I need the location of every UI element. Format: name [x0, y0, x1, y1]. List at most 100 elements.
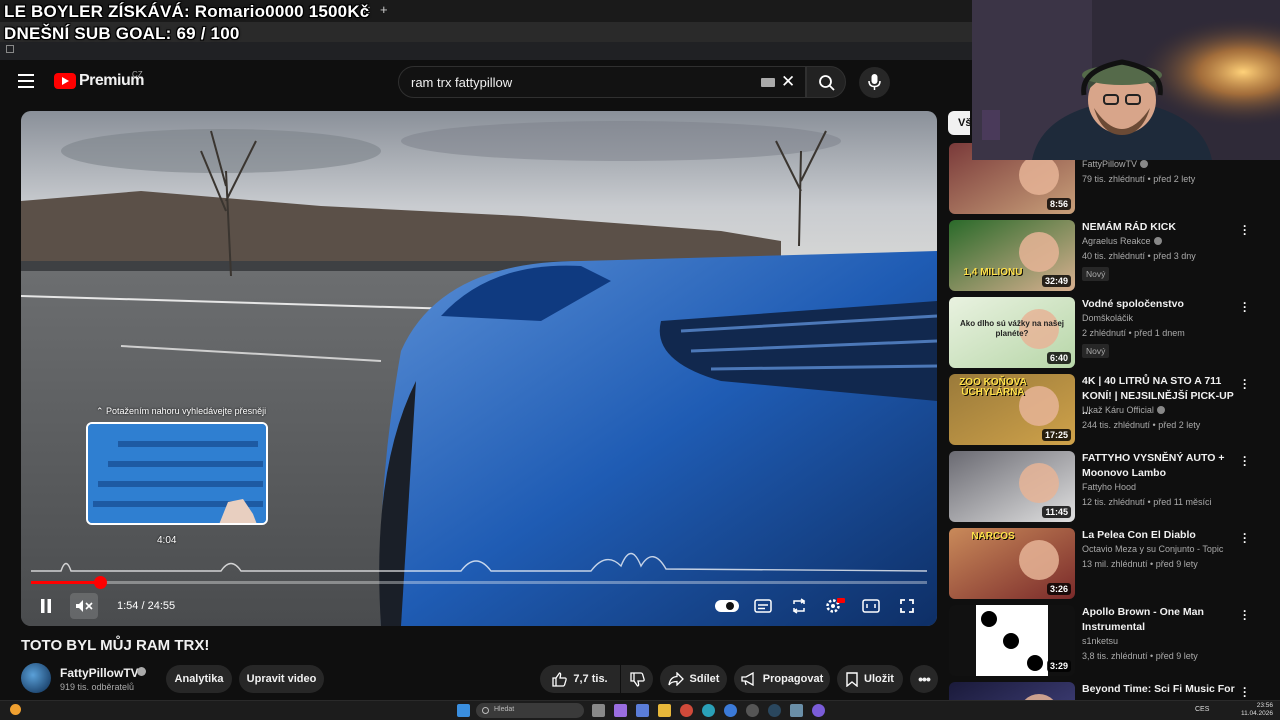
youtube-premium-logo[interactable]: Premium CZ: [54, 70, 144, 90]
file-explorer-icon[interactable]: [658, 704, 671, 717]
new-tab-icon[interactable]: +: [380, 2, 388, 17]
loop-icon: [792, 598, 806, 614]
webcam-image: [972, 0, 1280, 160]
subtitles-button[interactable]: [751, 595, 775, 617]
settings-gear-icon: [826, 598, 845, 613]
like-button[interactable]: 7,7 tis.: [540, 665, 620, 693]
recommendation-thumbnail[interactable]: ZOO KOŇOVA ÚCHYLÁRNA 17:25: [949, 374, 1075, 445]
fullscreen-button[interactable]: [895, 595, 919, 617]
progress-bar[interactable]: [31, 576, 927, 589]
recommendation-item[interactable]: 11:45 FATTYHO VYSNĚNÝ AUTO + Moonovo Lamb…: [949, 451, 1279, 523]
recommendation-item[interactable]: 3:29 Apollo Brown - One Man Instrumental s…: [949, 605, 1279, 677]
recommendation-item[interactable]: NARCOS 3:26 La Pelea Con El Diablo Octavio …: [949, 528, 1279, 600]
video-duration: 11:45: [1042, 506, 1071, 518]
edit-video-button[interactable]: Upravit video: [239, 665, 324, 693]
system-clock[interactable]: 23:56 11.04.2026: [1237, 702, 1273, 718]
recommendation-channel[interactable]: Fattyho Hood: [1082, 482, 1136, 492]
recommendation-title[interactable]: Apollo Brown - One Man Instrumental: [1082, 605, 1242, 635]
recommendation-thumbnail[interactable]: 3:29: [949, 605, 1075, 676]
keyboard-icon[interactable]: [761, 78, 775, 87]
recommendation-title[interactable]: Beyond Time: Sci Fi Music For: [1082, 682, 1242, 697]
autoplay-switch-icon: [715, 600, 739, 612]
menu-icon[interactable]: [18, 74, 34, 88]
search-button[interactable]: [806, 66, 846, 98]
thumbs-up-icon: [552, 671, 568, 687]
taskbar-search[interactable]: Hledat: [476, 703, 584, 718]
clear-search-icon[interactable]: ✕: [781, 72, 795, 92]
weather-icon[interactable]: [10, 704, 21, 715]
windows-start-icon[interactable]: [457, 704, 470, 717]
pause-button[interactable]: [33, 593, 59, 619]
recommendation-title[interactable]: Vodné spoločenstvo: [1082, 297, 1242, 312]
share-label: Sdílet: [689, 673, 720, 685]
widgets-icon[interactable]: [614, 704, 627, 717]
donation-overlay: LE BOYLER ZÍSKÁVÁ: Romario0000 1500Kč: [4, 2, 370, 21]
recommendation-meta: 244 tis. zhlédnutí • před 2 lety: [1082, 420, 1201, 430]
loop-button[interactable]: [787, 595, 811, 617]
recommendation-item[interactable]: 1,4 MILIONU 32:49 NEMÁM RÁD KICK Agraelus R…: [949, 220, 1279, 292]
recommendation-thumbnail[interactable]: 11:45: [949, 451, 1075, 522]
autoplay-toggle[interactable]: [715, 595, 739, 617]
recommendation-thumbnail[interactable]: NARCOS 3:26: [949, 528, 1075, 599]
more-vertical-icon[interactable]: · · ·: [1241, 682, 1249, 701]
video-player[interactable]: ⌃ Potažením nahoru vyhledávejte přesněji…: [21, 111, 937, 626]
seek-preview-thumbnail: [86, 422, 268, 525]
mute-button[interactable]: [70, 593, 98, 619]
recommendation-thumbnail[interactable]: Ako dlho sú vážky na našej planéte? 6:40: [949, 297, 1075, 368]
more-vertical-icon[interactable]: · · ·: [1241, 220, 1249, 240]
more-vertical-icon[interactable]: · · ·: [1241, 374, 1249, 394]
dislike-button[interactable]: [621, 665, 653, 693]
settings-button[interactable]: [823, 595, 847, 617]
subtitles-icon: [754, 599, 772, 613]
current-time: 1:54: [117, 600, 139, 612]
discord-icon[interactable]: [812, 704, 825, 717]
recommendation-channel[interactable]: Domškoláčik: [1082, 313, 1133, 323]
recommendation-title[interactable]: La Pelea Con El Diablo: [1082, 528, 1242, 543]
recommendation-thumbnail[interactable]: 1,4 MILIONU 32:49: [949, 220, 1075, 291]
recommendation-title[interactable]: NEMÁM RÁD KICK: [1082, 220, 1242, 235]
more-vertical-icon[interactable]: · · ·: [1241, 605, 1249, 625]
browser-icon[interactable]: [724, 704, 737, 717]
share-button[interactable]: Sdílet: [660, 665, 727, 693]
recommendation-channel[interactable]: FattyPillowTV: [1082, 159, 1149, 169]
task-view-icon[interactable]: [592, 704, 605, 717]
voice-search-button[interactable]: [859, 67, 890, 98]
chat-icon[interactable]: [636, 704, 649, 717]
obs-icon[interactable]: [746, 704, 759, 717]
channel-name[interactable]: FattyPillowTV: [60, 666, 139, 680]
recommendation-channel[interactable]: Agraelus Reakce: [1082, 236, 1162, 246]
keyboard-layout[interactable]: CES: [1195, 706, 1209, 713]
more-vertical-icon[interactable]: · · ·: [1241, 528, 1249, 548]
chrome-icon[interactable]: [680, 704, 693, 717]
channel-avatar[interactable]: [21, 663, 51, 693]
recommendation-channel[interactable]: Ukaž Káru Official: [1082, 405, 1165, 415]
recommendation-channel[interactable]: s1nketsu: [1082, 636, 1118, 646]
scrubber-handle[interactable]: [93, 576, 107, 589]
promote-button[interactable]: Propagovat: [734, 665, 830, 693]
more-vertical-icon[interactable]: · · ·: [1241, 297, 1249, 317]
recommendation-item[interactable]: Beyond Time: Sci Fi Music For · · ·: [949, 682, 1279, 701]
channel-label: Octavio Meza y su Conjunto - Topic: [1082, 544, 1224, 554]
more-vertical-icon[interactable]: · · ·: [1241, 451, 1249, 471]
analytics-button[interactable]: Analytika: [166, 665, 232, 693]
recommendation-channel[interactable]: Octavio Meza y su Conjunto - Topic: [1082, 544, 1223, 554]
video-duration: 17:25: [1041, 429, 1071, 441]
edge-icon[interactable]: [702, 704, 715, 717]
clock-time: 23:56: [1256, 702, 1273, 709]
player-controls: 1:54 / 24:55: [21, 589, 937, 623]
more-actions-button[interactable]: •••: [910, 665, 938, 693]
new-badge: Nový: [1082, 344, 1110, 358]
theater-mode-button[interactable]: [859, 595, 883, 617]
search-box[interactable]: ram trx fattypillow ✕: [398, 66, 806, 98]
recommendation-item[interactable]: ZOO KOŇOVA ÚCHYLÁRNA 17:25 4K | 40 LITRŮ N…: [949, 374, 1279, 446]
search-input[interactable]: ram trx fattypillow: [411, 75, 512, 90]
steam-icon[interactable]: [768, 704, 781, 717]
megaphone-icon: [741, 672, 757, 686]
chip-all[interactable]: Vš: [948, 111, 971, 135]
extensions-icon[interactable]: [6, 45, 14, 53]
app-icon[interactable]: [790, 704, 803, 717]
recommendation-thumbnail[interactable]: [949, 682, 1075, 701]
recommendation-title[interactable]: FATTYHO VYSNĚNÝ AUTO + Moonovo Lambo: [1082, 451, 1242, 481]
recommendation-item[interactable]: Ako dlho sú vážky na našej planéte? 6:40 V…: [949, 297, 1279, 369]
save-button[interactable]: Uložit: [837, 665, 903, 693]
